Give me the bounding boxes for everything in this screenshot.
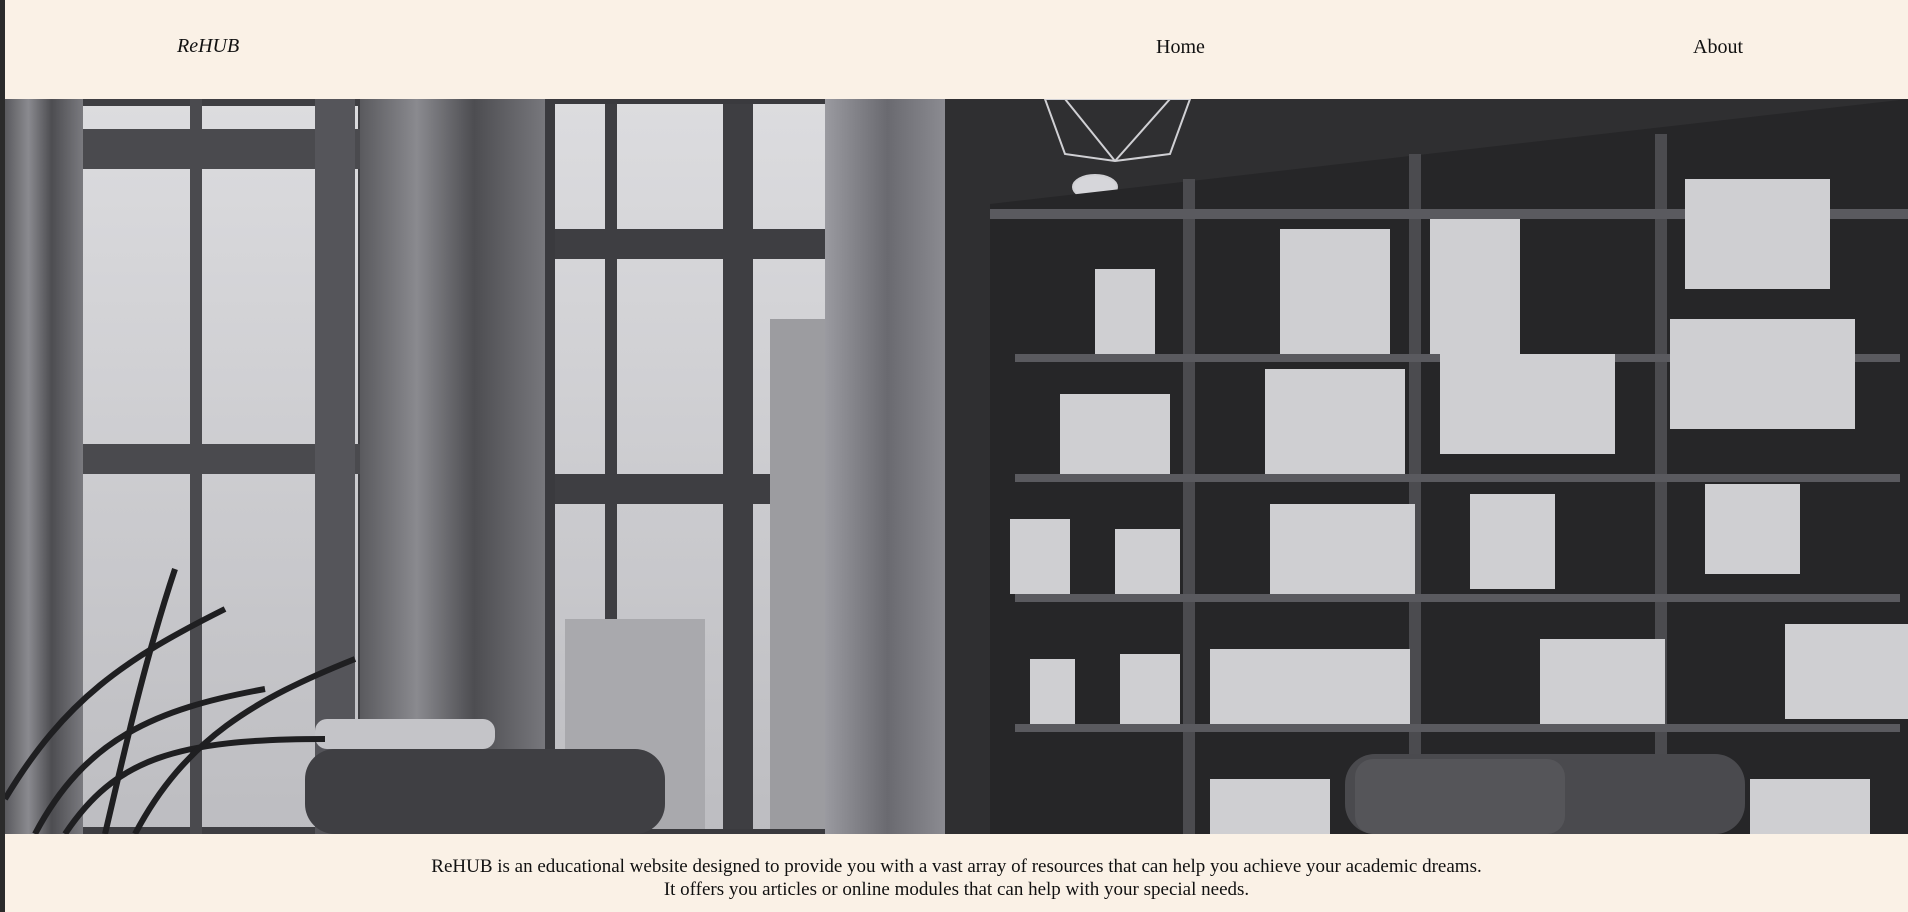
bookshelf — [990, 99, 1908, 834]
page: ReHUB Home About ReHUB is an educational… — [5, 0, 1908, 912]
nav-home-link[interactable]: Home — [1156, 36, 1205, 59]
intro-line-2: It offers you articles or online modules… — [663, 879, 1250, 900]
library-room-photo — [5, 99, 1908, 834]
couch — [1345, 754, 1745, 834]
intro-text: ReHUB is an educational website designed… — [5, 855, 1908, 901]
hero-image — [5, 99, 1908, 834]
middle-window — [545, 99, 840, 834]
top-navbar: ReHUB Home About — [5, 0, 1908, 99]
intro-line-1: ReHUB is an educational website designed… — [431, 856, 1482, 877]
brand-logo-link[interactable]: ReHUB — [177, 35, 239, 58]
nav-about-link[interactable]: About — [1693, 36, 1743, 59]
